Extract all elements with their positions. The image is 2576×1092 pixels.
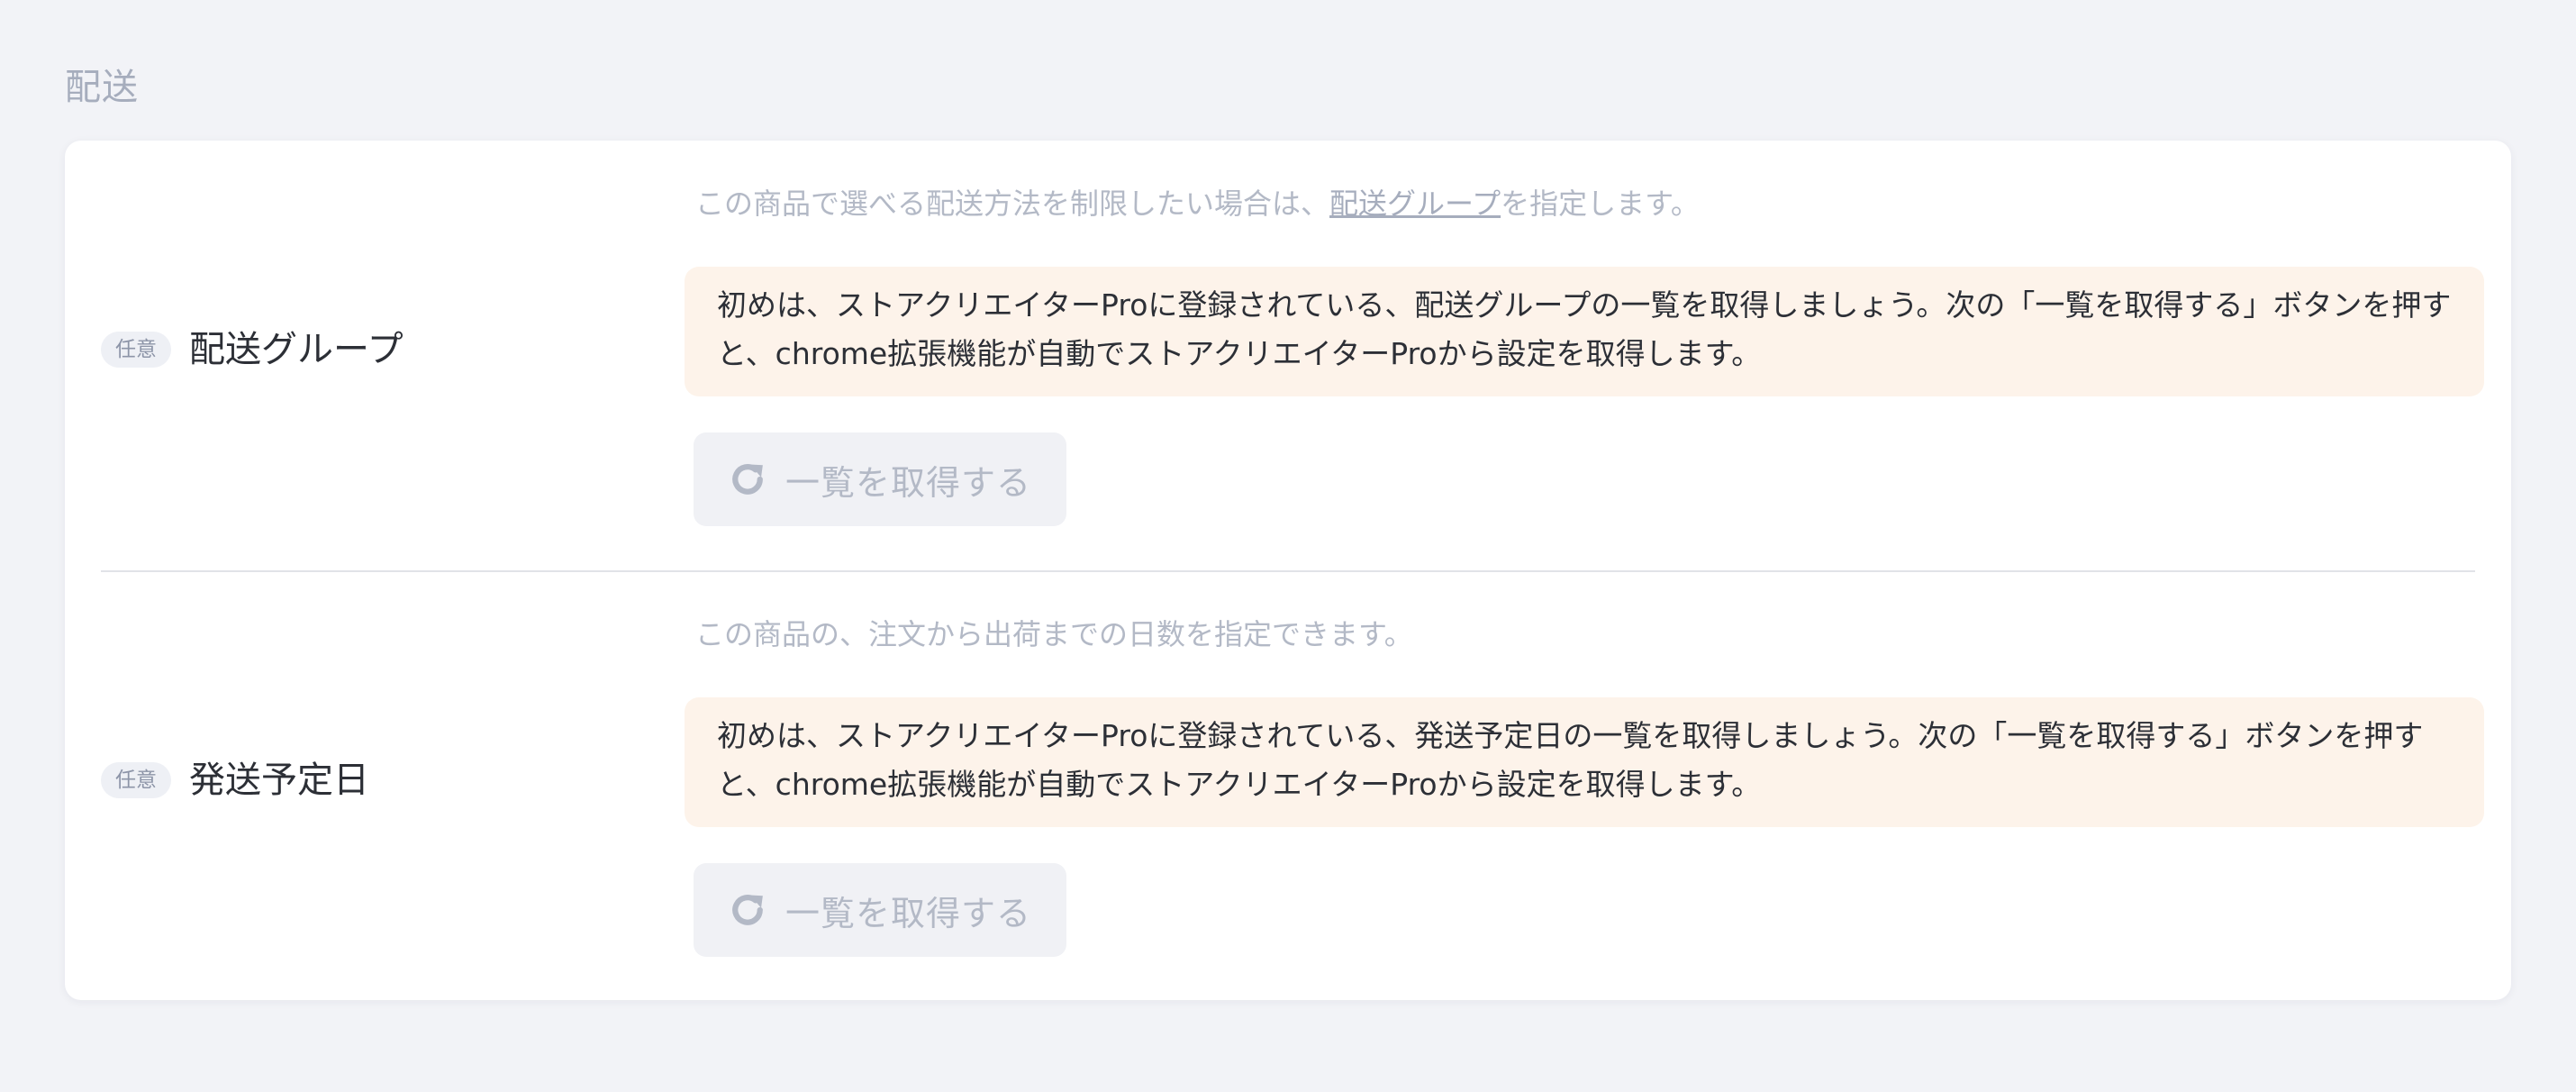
fetch-button-label: 一覧を取得する <box>785 464 1032 503</box>
shipping-group-label: 配送グループ <box>189 329 404 370</box>
shipping-group-link[interactable]: 配送グループ <box>1329 187 1501 221</box>
ship-date-notice: 初めは、ストアクリエイターProに登録されている、発送予定日の一覧を取得しましょ… <box>685 697 2484 827</box>
optional-badge: 任意 <box>101 762 171 798</box>
optional-badge: 任意 <box>101 332 171 368</box>
refresh-icon <box>728 890 767 930</box>
shipping-group-label-wrap: 任意 配送グループ <box>101 328 404 371</box>
shipping-group-row: 任意 配送グループ この商品で選べる配送方法を制限したい場合は、配送グループを指… <box>65 141 2511 571</box>
ship-date-label: 発送予定日 <box>189 760 369 801</box>
ship-date-row: 任意 発送予定日 この商品の、注文から出荷までの日数を指定できます。 初めは、ス… <box>65 571 2511 1000</box>
fetch-shipping-groups-button[interactable]: 一覧を取得する <box>694 432 1066 526</box>
shipping-group-help-suffix: を指定します。 <box>1501 187 1700 221</box>
shipping-group-help-prefix: この商品で選べる配送方法を制限したい場合は、 <box>695 187 1330 221</box>
refresh-icon <box>728 460 767 499</box>
fetch-button-label: 一覧を取得する <box>785 895 1032 933</box>
shipping-card: 任意 配送グループ この商品で選べる配送方法を制限したい場合は、配送グループを指… <box>65 141 2511 1000</box>
ship-date-help: この商品の、注文から出荷までの日数を指定できます。 <box>695 617 1413 651</box>
ship-date-label-wrap: 任意 発送予定日 <box>101 759 369 802</box>
fetch-ship-dates-button[interactable]: 一覧を取得する <box>694 863 1066 957</box>
shipping-group-notice: 初めは、ストアクリエイターProに登録されている、配送グループの一覧を取得しまし… <box>685 267 2484 396</box>
section-title: 配送 <box>65 67 139 108</box>
shipping-group-help: この商品で選べる配送方法を制限したい場合は、配送グループを指定します。 <box>695 184 1700 223</box>
